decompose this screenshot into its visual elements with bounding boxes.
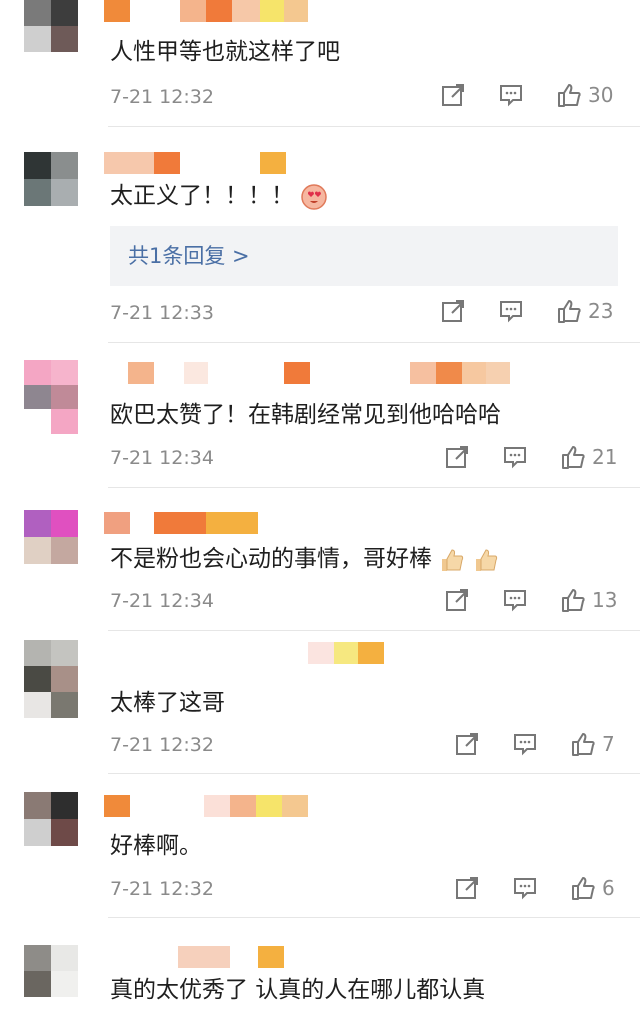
share-icon[interactable] xyxy=(454,875,480,901)
comment-icon[interactable] xyxy=(498,298,524,324)
thumbs-up-icon[interactable] xyxy=(560,444,586,470)
comment-time: 7-21 12:32 xyxy=(110,878,214,900)
comment-actions: 21 xyxy=(444,444,617,470)
comment-icon[interactable] xyxy=(502,444,528,470)
share-icon[interactable] xyxy=(444,444,470,470)
thumbs-up-icon[interactable] xyxy=(560,587,586,613)
comment-time: 7-21 12:34 xyxy=(110,590,214,612)
comment-time: 7-21 12:33 xyxy=(110,302,214,324)
username-blurred[interactable] xyxy=(104,795,308,817)
divider xyxy=(108,342,640,343)
comment-icon[interactable] xyxy=(502,587,528,613)
comment-icon[interactable] xyxy=(512,875,538,901)
avatar[interactable] xyxy=(24,792,78,846)
username-blurred[interactable] xyxy=(308,642,384,664)
avatar[interactable] xyxy=(24,0,78,52)
comment-actions: 7 xyxy=(454,731,615,757)
comment-text: 好棒啊。 xyxy=(110,833,202,859)
like-count: 6 xyxy=(602,876,615,900)
divider xyxy=(108,630,640,631)
divider xyxy=(108,917,640,918)
reply-summary[interactable]: 共1条回复 > xyxy=(110,226,618,286)
like-count: 23 xyxy=(588,299,614,323)
divider xyxy=(108,126,640,127)
username-blurred[interactable] xyxy=(128,362,510,384)
comment-actions: 30 xyxy=(440,82,613,108)
comment-actions: 13 xyxy=(444,587,617,613)
thumbs-up-emoji-icon xyxy=(442,548,464,571)
comment-text: 太正义了！！！！ xyxy=(110,181,328,211)
comment-text: 太棒了这哥 xyxy=(110,690,225,716)
heart-eyes-emoji-icon xyxy=(301,183,327,210)
comment-actions: 23 xyxy=(440,298,613,324)
share-icon[interactable] xyxy=(440,82,466,108)
username-blurred[interactable] xyxy=(104,152,286,174)
avatar[interactable] xyxy=(24,945,78,997)
like-count: 30 xyxy=(588,83,614,107)
thumbs-up-icon[interactable] xyxy=(570,875,596,901)
thumbs-up-icon[interactable] xyxy=(570,731,596,757)
avatar[interactable] xyxy=(24,640,78,718)
comment-icon[interactable] xyxy=(512,731,538,757)
thumbs-up-icon[interactable] xyxy=(556,298,582,324)
username-blurred[interactable] xyxy=(104,512,258,534)
comment-text: 不是粉也会心动的事情，哥好棒 xyxy=(110,544,500,574)
comment-text: 欧巴太赞了！在韩剧经常见到他哈哈哈 xyxy=(110,402,501,428)
like-count: 13 xyxy=(592,588,618,612)
avatar[interactable] xyxy=(24,152,78,206)
share-icon[interactable] xyxy=(444,587,470,613)
comment-time: 7-21 12:32 xyxy=(110,86,214,108)
thumbs-up-icon[interactable] xyxy=(556,82,582,108)
comment-icon[interactable] xyxy=(498,82,524,108)
divider xyxy=(108,487,640,488)
comment-actions: 6 xyxy=(454,875,615,901)
comment-text: 真的太优秀了 认真的人在哪儿都认真 xyxy=(110,977,486,1003)
like-count: 21 xyxy=(592,445,618,469)
avatar[interactable] xyxy=(24,510,78,564)
share-icon[interactable] xyxy=(454,731,480,757)
thumbs-up-emoji-icon xyxy=(476,548,498,571)
reply-summary-link[interactable]: 共1条回复 > xyxy=(128,240,250,270)
comment-time: 7-21 12:32 xyxy=(110,734,214,756)
username-blurred[interactable] xyxy=(178,946,284,968)
share-icon[interactable] xyxy=(440,298,466,324)
comment-time: 7-21 12:34 xyxy=(110,447,214,469)
username-blurred[interactable] xyxy=(104,0,308,22)
divider xyxy=(108,773,640,774)
comment-text: 人性甲等也就这样了吧 xyxy=(110,39,340,65)
like-count: 7 xyxy=(602,732,615,756)
avatar[interactable] xyxy=(24,360,78,434)
